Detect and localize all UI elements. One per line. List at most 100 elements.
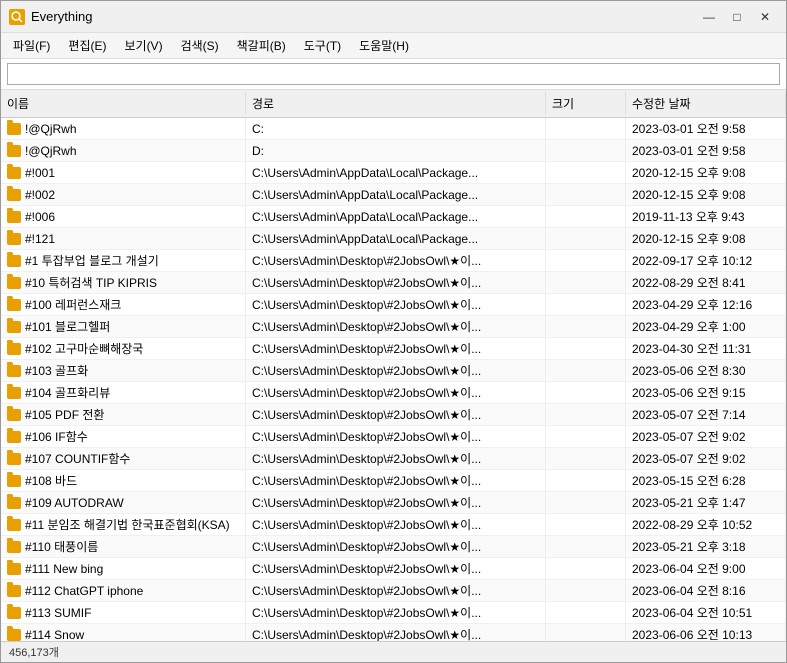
file-name: #10 특허검색 TIP KIPRIS	[25, 274, 157, 291]
menu-item[interactable]: 검색(S)	[173, 35, 227, 56]
file-name: #100 레퍼런스재크	[25, 296, 121, 313]
file-name: #105 PDF 전환	[25, 406, 104, 423]
col-name[interactable]: 이름	[1, 92, 246, 115]
folder-icon	[7, 431, 21, 443]
col-modified[interactable]: 수정한 날짜	[626, 92, 786, 115]
file-name-cell: #!006	[1, 206, 246, 227]
folder-icon	[7, 123, 21, 135]
file-name: #101 블로그헬퍼	[25, 318, 110, 335]
file-size-cell	[546, 580, 626, 601]
menu-item[interactable]: 보기(V)	[116, 35, 170, 56]
folder-icon	[7, 167, 21, 179]
menu-item[interactable]: 도움말(H)	[351, 35, 417, 56]
table-header: 이름 경로 크기 수정한 날짜	[1, 90, 786, 118]
table-row[interactable]: #113 SUMIFC:\Users\Admin\Desktop\#2JobsO…	[1, 602, 786, 624]
file-name: #!002	[25, 188, 55, 202]
table-row[interactable]: #100 레퍼런스재크C:\Users\Admin\Desktop\#2Jobs…	[1, 294, 786, 316]
table-row[interactable]: #105 PDF 전환 C:\Users\Admin\Desktop\#2Jobs…	[1, 404, 786, 426]
table-row[interactable]: #107 COUNTIF함수C:\Users\Admin\Desktop\#2J…	[1, 448, 786, 470]
table-row[interactable]: #108 바드C:\Users\Admin\Desktop\#2JobsOwl\…	[1, 470, 786, 492]
maximize-button[interactable]: □	[724, 6, 750, 28]
file-name-cell: #1 투잡부업 블로그 개설기	[1, 250, 246, 271]
folder-icon	[7, 563, 21, 575]
file-modified-cell: 2023-05-07 오전 7:14	[626, 404, 786, 425]
table-row[interactable]: #!002C:\Users\Admin\AppData\Local\Packag…	[1, 184, 786, 206]
file-name-cell: #104 골프화리뷰	[1, 382, 246, 403]
table-row[interactable]: #!006C:\Users\Admin\AppData\Local\Packag…	[1, 206, 786, 228]
col-path[interactable]: 경로	[246, 92, 546, 115]
file-name: #109 AUTODRAW	[25, 496, 124, 510]
menu-item[interactable]: 편집(E)	[60, 35, 114, 56]
file-name-cell: #111 New bing	[1, 558, 246, 579]
file-name-cell: #109 AUTODRAW	[1, 492, 246, 513]
file-size-cell	[546, 514, 626, 535]
table-row[interactable]: #102 고구마순뼈해장국C:\Users\Admin\Desktop\#2Jo…	[1, 338, 786, 360]
table-row[interactable]: #11 분임조 해결기법 한국표준협회(KSA)C:\Users\Admin\D…	[1, 514, 786, 536]
search-input[interactable]	[7, 63, 780, 85]
file-list: !@QjRwhC:2023-03-01 오전 9:58!@QjRwhD:2023…	[1, 118, 786, 641]
table-row[interactable]: !@QjRwhD:2023-03-01 오전 9:58	[1, 140, 786, 162]
table-row[interactable]: !@QjRwhC:2023-03-01 오전 9:58	[1, 118, 786, 140]
file-name-cell: #107 COUNTIF함수	[1, 448, 246, 469]
menu-item[interactable]: 책갈피(B)	[229, 35, 294, 56]
file-modified-cell: 2023-06-06 오전 10:13	[626, 624, 786, 641]
file-modified-cell: 2023-06-04 오전 9:00	[626, 558, 786, 579]
file-modified-cell: 2022-08-29 오후 10:52	[626, 514, 786, 535]
file-size-cell	[546, 206, 626, 227]
file-name-cell: !@QjRwh	[1, 140, 246, 161]
file-path-cell: C:\Users\Admin\Desktop\#2JobsOwl\★이...	[246, 382, 546, 403]
menu-item[interactable]: 파일(F)	[5, 35, 58, 56]
file-name: #1 투잡부업 블로그 개설기	[25, 252, 159, 269]
folder-icon	[7, 343, 21, 355]
folder-icon	[7, 277, 21, 289]
file-modified-cell: 2023-05-07 오전 9:02	[626, 448, 786, 469]
table-row[interactable]: #101 블로그헬퍼C:\Users\Admin\Desktop\#2JobsO…	[1, 316, 786, 338]
table-row[interactable]: #106 IF함수C:\Users\Admin\Desktop\#2JobsOw…	[1, 426, 786, 448]
app-icon	[9, 9, 25, 25]
file-path-cell: C:\Users\Admin\Desktop\#2JobsOwl\★이...	[246, 448, 546, 469]
menu-bar: 파일(F)편집(E)보기(V)검색(S)책갈피(B)도구(T)도움말(H)	[1, 33, 786, 59]
table-row[interactable]: #112 ChatGPT iphone C:\Users\Admin\Deskto…	[1, 580, 786, 602]
file-size-cell	[546, 536, 626, 557]
table-row[interactable]: #103 골프화C:\Users\Admin\Desktop\#2JobsOwl…	[1, 360, 786, 382]
file-name-cell: !@QjRwh	[1, 118, 246, 139]
menu-item[interactable]: 도구(T)	[296, 35, 349, 56]
file-path-cell: C:\Users\Admin\Desktop\#2JobsOwl\★이...	[246, 580, 546, 601]
file-name-cell: #114 Snow	[1, 624, 246, 641]
file-size-cell	[546, 602, 626, 623]
main-window: Everything — □ ✕ 파일(F)편집(E)보기(V)검색(S)책갈피…	[0, 0, 787, 663]
file-size-cell	[546, 140, 626, 161]
file-modified-cell: 2023-05-06 오전 8:30	[626, 360, 786, 381]
folder-icon	[7, 585, 21, 597]
table-row[interactable]: #114 SnowC:\Users\Admin\Desktop\#2JobsOw…	[1, 624, 786, 641]
file-name: #112 ChatGPT iphone	[25, 584, 143, 598]
table-row[interactable]: #10 특허검색 TIP KIPRIS C:\Users\Admin\Deskto…	[1, 272, 786, 294]
table-row[interactable]: #!001C:\Users\Admin\AppData\Local\Packag…	[1, 162, 786, 184]
table-row[interactable]: #110 태풍이름C:\Users\Admin\Desktop\#2JobsOw…	[1, 536, 786, 558]
table-row[interactable]: #111 New bingC:\Users\Admin\Desktop\#2Jo…	[1, 558, 786, 580]
folder-icon	[7, 387, 21, 399]
table-row[interactable]: #!121C:\Users\Admin\AppData\Local\Packag…	[1, 228, 786, 250]
file-name-cell: #103 골프화	[1, 360, 246, 381]
file-path-cell: C:\Users\Admin\AppData\Local\Package...	[246, 206, 546, 227]
file-path-cell: C:\Users\Admin\Desktop\#2JobsOwl\★이...	[246, 404, 546, 425]
file-modified-cell: 2022-09-17 오후 10:12	[626, 250, 786, 271]
file-size-cell	[546, 404, 626, 425]
table-row[interactable]: #1 투잡부업 블로그 개설기 C:\Users\Admin\Desktop\#2…	[1, 250, 786, 272]
minimize-button[interactable]: —	[696, 6, 722, 28]
file-name-cell: #106 IF함수	[1, 426, 246, 447]
file-size-cell	[546, 184, 626, 205]
table-row[interactable]: #104 골프화리뷰C:\Users\Admin\Desktop\#2JobsO…	[1, 382, 786, 404]
file-path-cell: C:\Users\Admin\Desktop\#2JobsOwl\★이...	[246, 272, 546, 293]
file-size-cell	[546, 360, 626, 381]
file-name-cell: #10 특허검색 TIP KIPRIS	[1, 272, 246, 293]
file-name: #110 태풍이름	[25, 538, 98, 555]
col-size[interactable]: 크기	[546, 92, 626, 115]
file-modified-cell: 2023-04-29 오후 12:16	[626, 294, 786, 315]
close-button[interactable]: ✕	[752, 6, 778, 28]
file-path-cell: C:\Users\Admin\Desktop\#2JobsOwl\★이...	[246, 250, 546, 271]
file-name: #103 골프화	[25, 362, 88, 379]
file-name-cell: #113 SUMIF	[1, 602, 246, 623]
table-row[interactable]: #109 AUTODRAWC:\Users\Admin\Desktop\#2Jo…	[1, 492, 786, 514]
window-controls: — □ ✕	[696, 6, 778, 28]
